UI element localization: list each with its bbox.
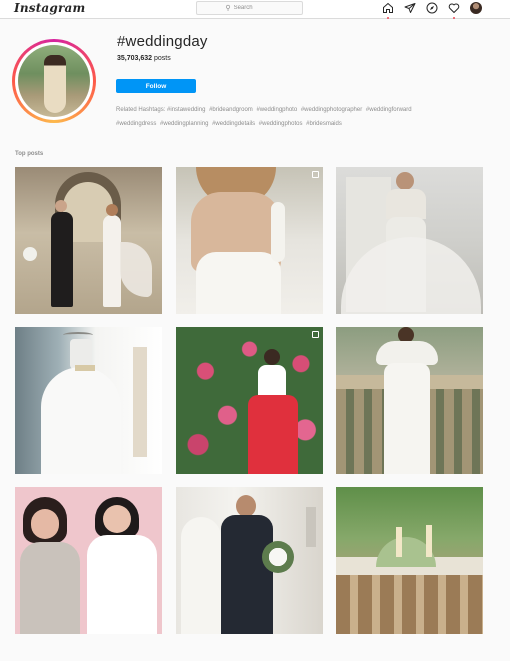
follow-button[interactable]: Follow [116,79,196,93]
post-tile[interactable] [336,487,483,634]
post-count: 35,703,632 posts [117,55,171,62]
hashtag-image-ring [12,39,96,123]
post-tile[interactable] [336,327,483,474]
related-tag[interactable]: #weddingdetails [212,121,255,127]
explore-icon[interactable] [426,2,438,14]
search-input[interactable] [233,5,274,11]
post-tile[interactable] [336,167,483,314]
related-tag[interactable]: #bridesmaids [306,121,342,127]
search-box[interactable]: ⚲ [196,1,303,15]
post-tile[interactable] [176,487,323,634]
related-tag[interactable]: #instawedding [167,107,205,113]
avatar [470,2,482,14]
multiple-posts-icon [312,171,319,178]
home-icon[interactable] [382,2,394,19]
post-tile[interactable] [176,327,323,474]
related-tag[interactable]: #weddingphotos [259,121,303,127]
top-posts-label: Top posts [15,151,44,157]
nav-icons [382,2,492,19]
multiple-posts-icon [312,331,319,338]
related-tag[interactable]: #weddingphotographer [301,107,362,113]
related-tag[interactable]: #brideandgroom [209,107,253,113]
heart-icon[interactable] [448,2,460,19]
related-tag[interactable]: #weddingdress [116,121,156,127]
related-tag[interactable]: #weddingplanning [160,121,208,127]
hashtag-top-image [18,45,90,117]
send-icon[interactable] [404,2,416,14]
post-tile[interactable] [176,167,323,314]
profile-avatar[interactable] [470,2,482,14]
instagram-logo[interactable]: Instagram [14,1,85,15]
post-count-number: 35,703,632 [117,55,153,62]
related-hashtags-label: Related Hashtags: [116,107,166,113]
post-count-suffix: posts [154,55,171,62]
post-tile[interactable] [15,167,162,314]
related-tag[interactable]: #weddingphoto [256,107,297,113]
notification-dot [387,17,389,19]
notification-dot [453,17,455,19]
posts-grid [15,167,483,635]
related-hashtags: Related Hashtags: #instawedding #bridean… [116,103,456,131]
related-tag[interactable]: #weddingforward [366,107,412,113]
post-tile[interactable] [15,487,162,634]
hashtag-title: #weddingday [117,33,208,50]
top-nav-bar: Instagram ⚲ [0,0,510,19]
post-tile[interactable] [15,327,162,474]
search-icon: ⚲ [225,5,231,12]
